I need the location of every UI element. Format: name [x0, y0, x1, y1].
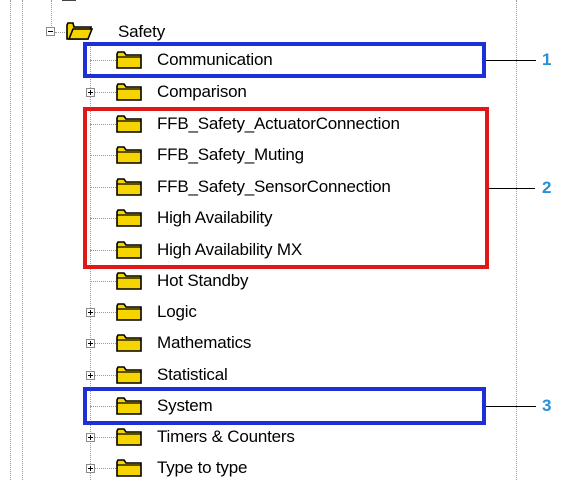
tree-node-statistical[interactable]: Statistical — [80, 360, 480, 390]
callout-number-1: 1 — [542, 50, 552, 69]
tree-node-label: Safety — [118, 22, 165, 41]
open-folder-icon — [66, 22, 93, 40]
tree-node-hot-standby[interactable]: Hot Standby — [80, 266, 480, 296]
tree-view: Safety Communication Comparison FFB_Safety… — [0, 0, 564, 480]
expand-toggle-icon[interactable] — [86, 433, 95, 442]
tree-guide-line — [516, 0, 517, 480]
tree-node-label: Timers & Counters — [157, 427, 295, 446]
expand-toggle-icon[interactable] — [86, 371, 95, 380]
tree-node-timers-counters[interactable]: Timers & Counters — [80, 422, 480, 452]
callout-line-2 — [489, 188, 535, 189]
expand-toggle-icon[interactable] — [86, 308, 95, 317]
tree-node-label: Type to type — [157, 458, 248, 477]
folder-icon — [116, 428, 142, 446]
callout-line-1 — [486, 60, 536, 61]
tree-node-label: Comparison — [157, 82, 247, 101]
expand-toggle-icon[interactable] — [86, 88, 95, 97]
highlight-box-3 — [83, 387, 486, 425]
folder-icon — [116, 334, 142, 352]
tree-guide-line — [22, 0, 23, 480]
expand-toggle-icon[interactable] — [86, 339, 95, 348]
tree-node-logic[interactable]: Logic — [80, 297, 480, 327]
collapse-toggle-icon[interactable] — [46, 27, 55, 36]
highlight-box-2 — [83, 107, 489, 269]
folder-icon — [116, 303, 142, 321]
highlight-box-1 — [83, 42, 486, 78]
tree-node-comparison[interactable]: Comparison — [80, 77, 480, 107]
tree-node-label: Logic — [157, 302, 197, 321]
tree-node-label: Hot Standby — [157, 271, 249, 290]
folder-icon — [116, 272, 142, 290]
callout-number-3: 3 — [542, 396, 552, 415]
tree-connector — [90, 281, 118, 282]
folder-icon — [116, 366, 142, 384]
tree-node-label: Statistical — [157, 365, 228, 384]
tree-node-mathematics[interactable]: Mathematics — [80, 328, 480, 358]
expand-toggle-icon[interactable] — [86, 464, 95, 473]
folder-icon — [116, 459, 142, 477]
divider — [62, 0, 76, 1]
tree-guide-line — [10, 0, 11, 480]
callout-line-3 — [486, 406, 536, 407]
callout-number-2: 2 — [542, 178, 552, 197]
folder-icon — [116, 83, 142, 101]
tree-node-type-to-type[interactable]: Type to type — [80, 453, 480, 483]
tree-node-label: Mathematics — [157, 333, 252, 352]
